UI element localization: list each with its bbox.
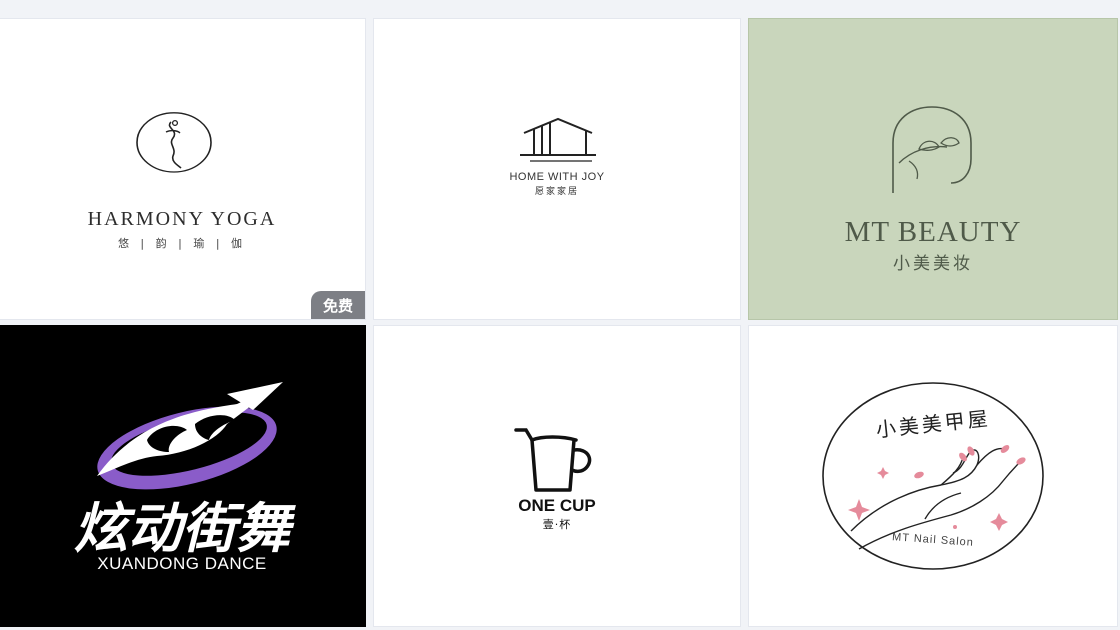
yoga-figure-icon [136,112,212,173]
cup-straw-icon [514,428,592,492]
logo-title-en: HARMONY YOGA [87,208,277,230]
house-icon [520,117,596,162]
logo-title-cn: 小美美妆 [893,254,973,274]
logo-title-cn: 愿家家居 [534,187,579,197]
free-badge: 免费 [311,291,365,319]
logo-title-en: ONE CUP [518,496,596,515]
logo-title-cn: 悠 | 韵 | 瑜 | 伽 [117,237,247,250]
logo-card-home-with-joy[interactable]: HOME WITH JOY 愿家家居 [373,18,741,320]
logo-template-grid: HARMONY YOGA 悠 | 韵 | 瑜 | 伽 免费 HOME WITH … [0,0,1120,630]
logo-title-en: HOME WITH JOY [509,171,605,183]
logo-card-harmony-yoga[interactable]: HARMONY YOGA 悠 | 韵 | 瑜 | 伽 免费 [0,18,366,320]
logo-title-en: XUANDONG DANCE [97,554,267,573]
logo-title-en: MT BEAUTY [844,216,1022,248]
logo-card-mt-nail-salon[interactable]: 小美美甲屋 MT Nail Salon [748,325,1118,627]
logo-card-xuandong-dance[interactable]: 炫动街舞 XUANDONG DANCE [0,325,366,627]
face-leaf-icon [892,106,972,193]
dc-swoosh-icon [97,382,283,490]
logo-title-cn: 炫动街舞 [74,497,290,560]
logo-card-one-cup[interactable]: ONE CUP 壹·杯 [373,325,741,627]
logo-title-cn: 壹·杯 [542,518,572,531]
logo-card-mt-beauty[interactable]: MT BEAUTY 小美美妆 [748,18,1118,320]
